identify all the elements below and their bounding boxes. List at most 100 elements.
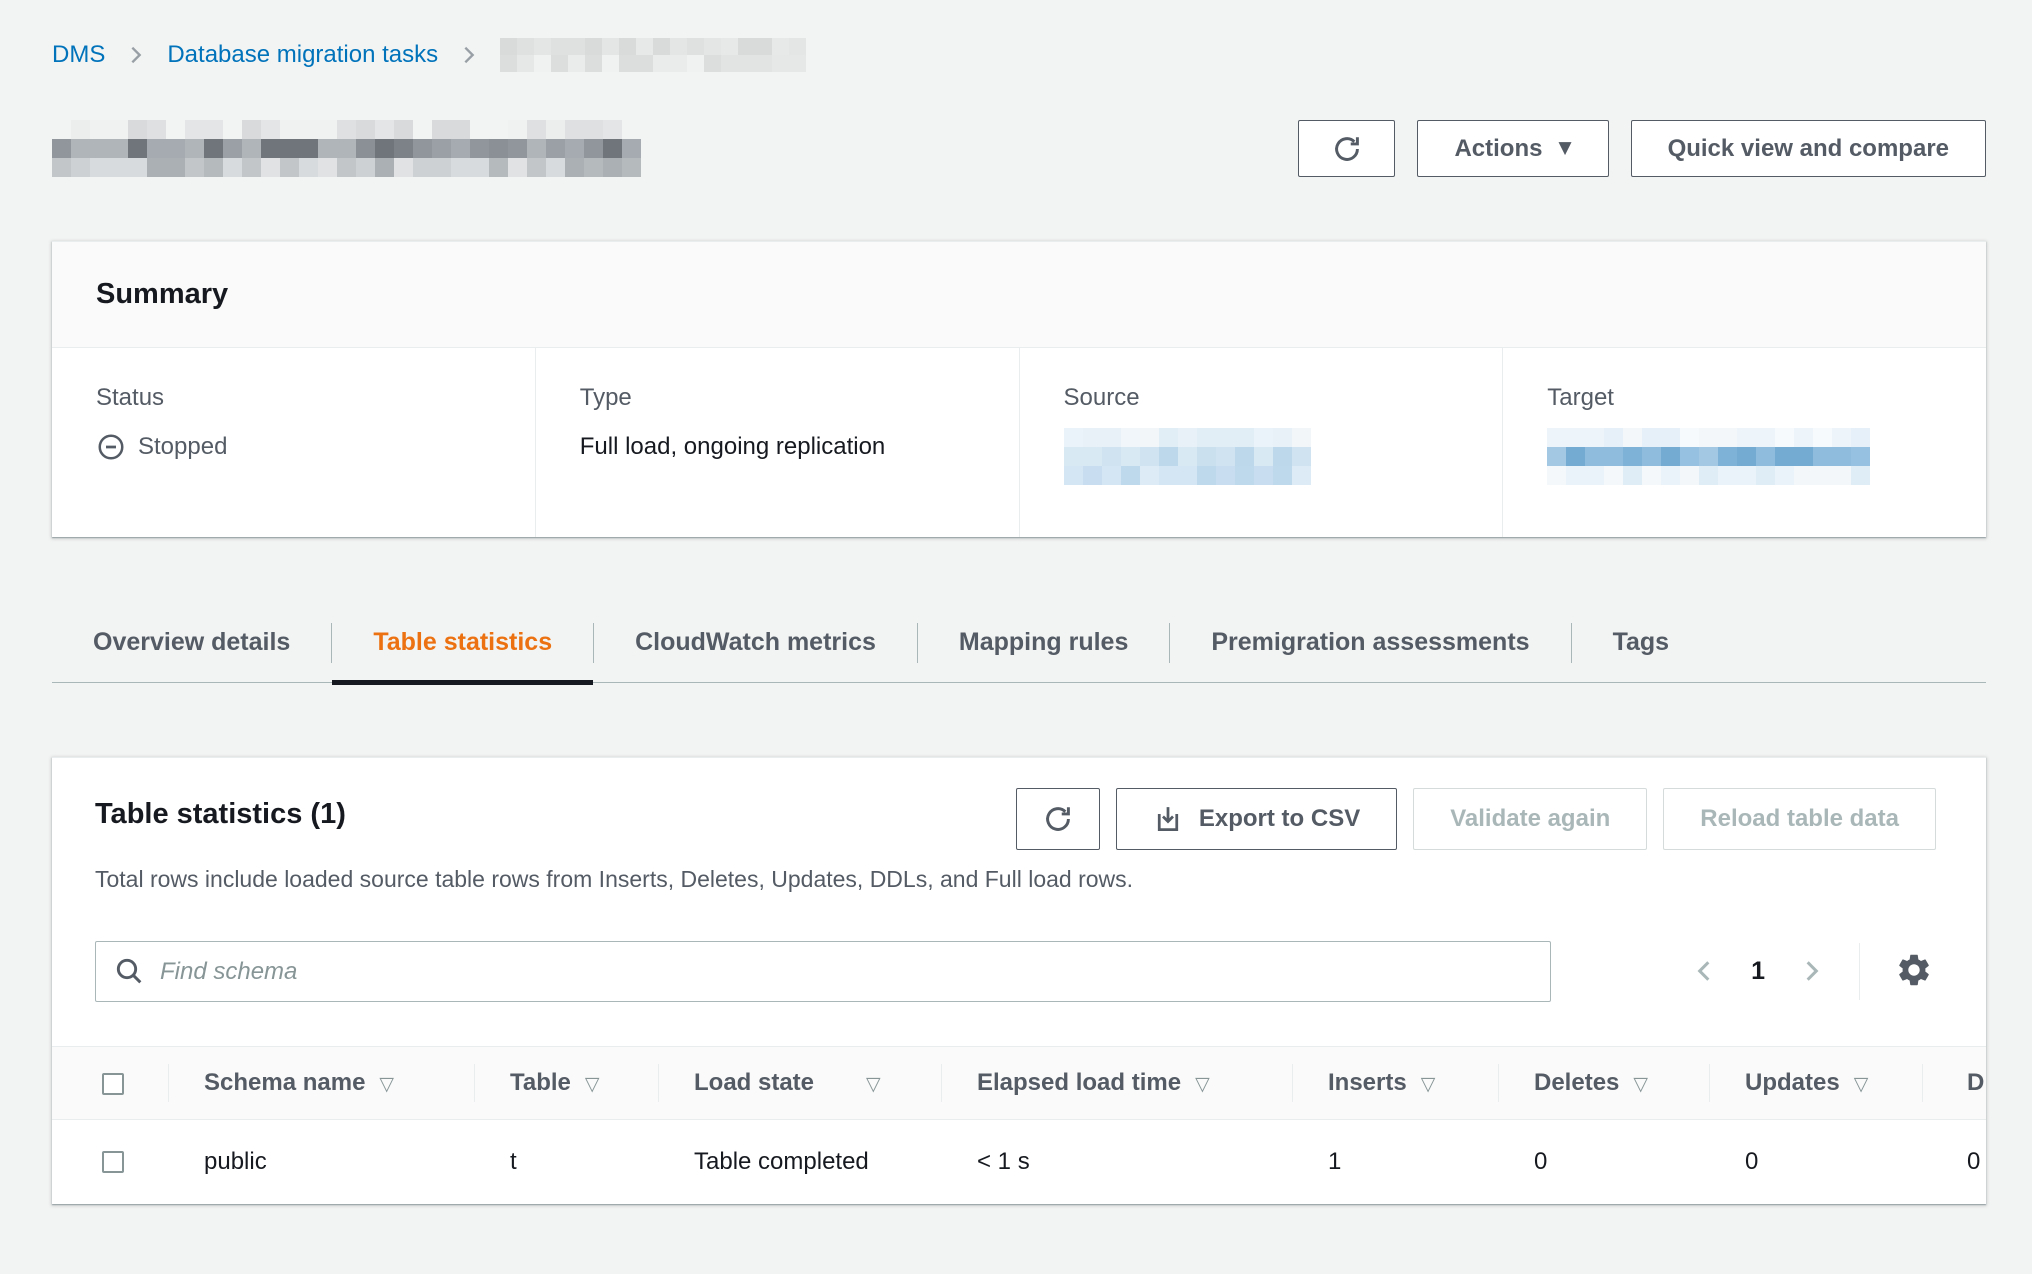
type-text: Full load, ongoing replication	[580, 433, 886, 461]
tab-mapping-rules[interactable]: Mapping rules	[918, 603, 1169, 682]
search-icon	[113, 955, 145, 987]
redacted-target-endpoint[interactable]	[1547, 428, 1870, 485]
column-label: Table	[510, 1069, 571, 1096]
sort-icon[interactable]	[1633, 1073, 1648, 1095]
column-header-schema-name[interactable]: Schema name	[168, 1047, 474, 1120]
type-label: Type	[580, 384, 975, 412]
refresh-icon	[1331, 133, 1363, 165]
column-divider	[1292, 1064, 1293, 1102]
validate-again-label: Validate again	[1450, 805, 1610, 833]
sort-icon[interactable]	[1195, 1073, 1210, 1095]
refresh-button[interactable]	[1298, 120, 1395, 177]
pagination: 1	[1689, 943, 1936, 1000]
download-icon	[1153, 804, 1183, 834]
breadcrumb: DMS Database migration tasks	[52, 0, 1986, 72]
column-header-inserts[interactable]: Inserts	[1292, 1047, 1498, 1120]
target-label: Target	[1547, 384, 1942, 412]
source-label: Source	[1064, 384, 1459, 412]
column-divider	[941, 1064, 942, 1102]
minus-circle-icon	[96, 432, 126, 462]
cell-clipped: 0	[1922, 1120, 1986, 1204]
chevron-right-icon	[1799, 955, 1825, 987]
sort-icon[interactable]	[866, 1073, 881, 1095]
cell-load-state: Table completed	[658, 1120, 941, 1204]
cell-updates: 0	[1709, 1120, 1922, 1204]
redacted-source-endpoint[interactable]	[1064, 428, 1311, 485]
row-checkbox[interactable]	[102, 1151, 124, 1173]
table-refresh-button[interactable]	[1016, 788, 1100, 850]
table-statistics-header: Table statistics (1) Export to CSV Valid…	[52, 758, 1986, 850]
find-schema-input[interactable]	[95, 941, 1551, 1002]
chevron-right-icon	[458, 41, 480, 69]
summary-title: Summary	[96, 278, 1942, 311]
validate-again-button[interactable]: Validate again	[1413, 788, 1647, 850]
status-text: Stopped	[138, 433, 227, 461]
summary-panel: Summary Status Stopped Type Full load, o…	[52, 241, 1986, 537]
column-header-load-state[interactable]: Load state	[658, 1047, 941, 1120]
dms-task-page: DMS Database migration tasks Actions ▼ Q…	[52, 0, 1986, 1204]
table-statistics-panel: Table statistics (1) Export to CSV Valid…	[52, 757, 1986, 1204]
actions-button[interactable]: Actions ▼	[1417, 120, 1608, 177]
sort-icon[interactable]	[585, 1073, 600, 1095]
table-statistics-title: Table statistics (1)	[95, 788, 346, 831]
table-statistics-description: Total rows include loaded source table r…	[95, 866, 1943, 893]
column-label: Elapsed load time	[977, 1069, 1181, 1096]
status-value: Stopped	[96, 428, 491, 466]
column-header-elapsed-load-time[interactable]: Elapsed load time	[941, 1047, 1292, 1120]
table-statistics-buttons: Export to CSV Validate again Reload tabl…	[1016, 788, 1936, 850]
column-divider	[168, 1064, 169, 1102]
tab-label: Tags	[1613, 628, 1670, 657]
previous-page-button[interactable]	[1689, 955, 1719, 989]
export-to-csv-label: Export to CSV	[1199, 805, 1360, 833]
column-label: Load state	[694, 1069, 814, 1096]
caret-down-icon: ▼	[1558, 140, 1571, 157]
cell-schema-name: public	[168, 1120, 474, 1204]
target-value	[1547, 428, 1942, 485]
tab-overview-details[interactable]: Overview details	[52, 603, 331, 682]
reload-table-data-label: Reload table data	[1700, 805, 1899, 833]
quick-view-label: Quick view and compare	[1668, 135, 1949, 163]
breadcrumb-link-migration-tasks[interactable]: Database migration tasks	[167, 41, 438, 69]
column-header-clipped[interactable]: D	[1922, 1047, 1986, 1120]
select-all-checkbox[interactable]	[102, 1073, 124, 1095]
tab-label: Premigration assessments	[1211, 628, 1529, 657]
schema-search	[95, 941, 1551, 1002]
redacted-page-title	[52, 120, 641, 177]
column-header-table[interactable]: Table	[474, 1047, 658, 1120]
column-divider	[658, 1064, 659, 1102]
export-to-csv-button[interactable]: Export to CSV	[1116, 788, 1397, 850]
select-all-header-cell	[52, 1047, 168, 1120]
header-actions: Actions ▼ Quick view and compare	[1298, 120, 1986, 177]
column-divider	[1922, 1064, 1923, 1102]
quick-view-and-compare-button[interactable]: Quick view and compare	[1631, 120, 1986, 177]
cell-table: t	[474, 1120, 658, 1204]
summary-body: Status Stopped Type Full load, ongoing r…	[52, 348, 1986, 537]
tab-cloudwatch-metrics[interactable]: CloudWatch metrics	[594, 603, 917, 682]
tab-table-statistics[interactable]: Table statistics	[332, 603, 593, 682]
cell-elapsed-load-time: < 1 s	[941, 1120, 1292, 1204]
source-value	[1064, 428, 1459, 485]
summary-header: Summary	[52, 242, 1986, 348]
column-header-deletes[interactable]: Deletes	[1498, 1047, 1709, 1120]
summary-field-type: Type Full load, ongoing replication	[535, 348, 1019, 537]
chevron-left-icon	[1691, 955, 1717, 987]
row-select-cell	[52, 1120, 168, 1204]
column-label: Updates	[1745, 1069, 1840, 1096]
chevron-right-icon	[125, 41, 147, 69]
table-header-row: Schema name Table Load state Elapsed loa…	[52, 1047, 1986, 1120]
tab-label: CloudWatch metrics	[635, 628, 876, 657]
summary-field-target: Target	[1502, 348, 1986, 537]
tab-tags[interactable]: Tags	[1572, 603, 1711, 682]
gear-icon	[1895, 951, 1933, 989]
sort-icon[interactable]	[1854, 1073, 1869, 1095]
table-settings-button[interactable]	[1892, 950, 1936, 994]
type-value: Full load, ongoing replication	[580, 428, 975, 466]
column-header-updates[interactable]: Updates	[1709, 1047, 1922, 1120]
breadcrumb-link-dms[interactable]: DMS	[52, 41, 105, 69]
reload-table-data-button[interactable]: Reload table data	[1663, 788, 1936, 850]
table-row[interactable]: public t Table completed < 1 s 1 0 0 0	[52, 1120, 1986, 1204]
sort-icon[interactable]	[379, 1073, 394, 1095]
next-page-button[interactable]	[1797, 955, 1827, 989]
tab-premigration-assessments[interactable]: Premigration assessments	[1170, 603, 1570, 682]
sort-icon[interactable]	[1421, 1073, 1436, 1095]
